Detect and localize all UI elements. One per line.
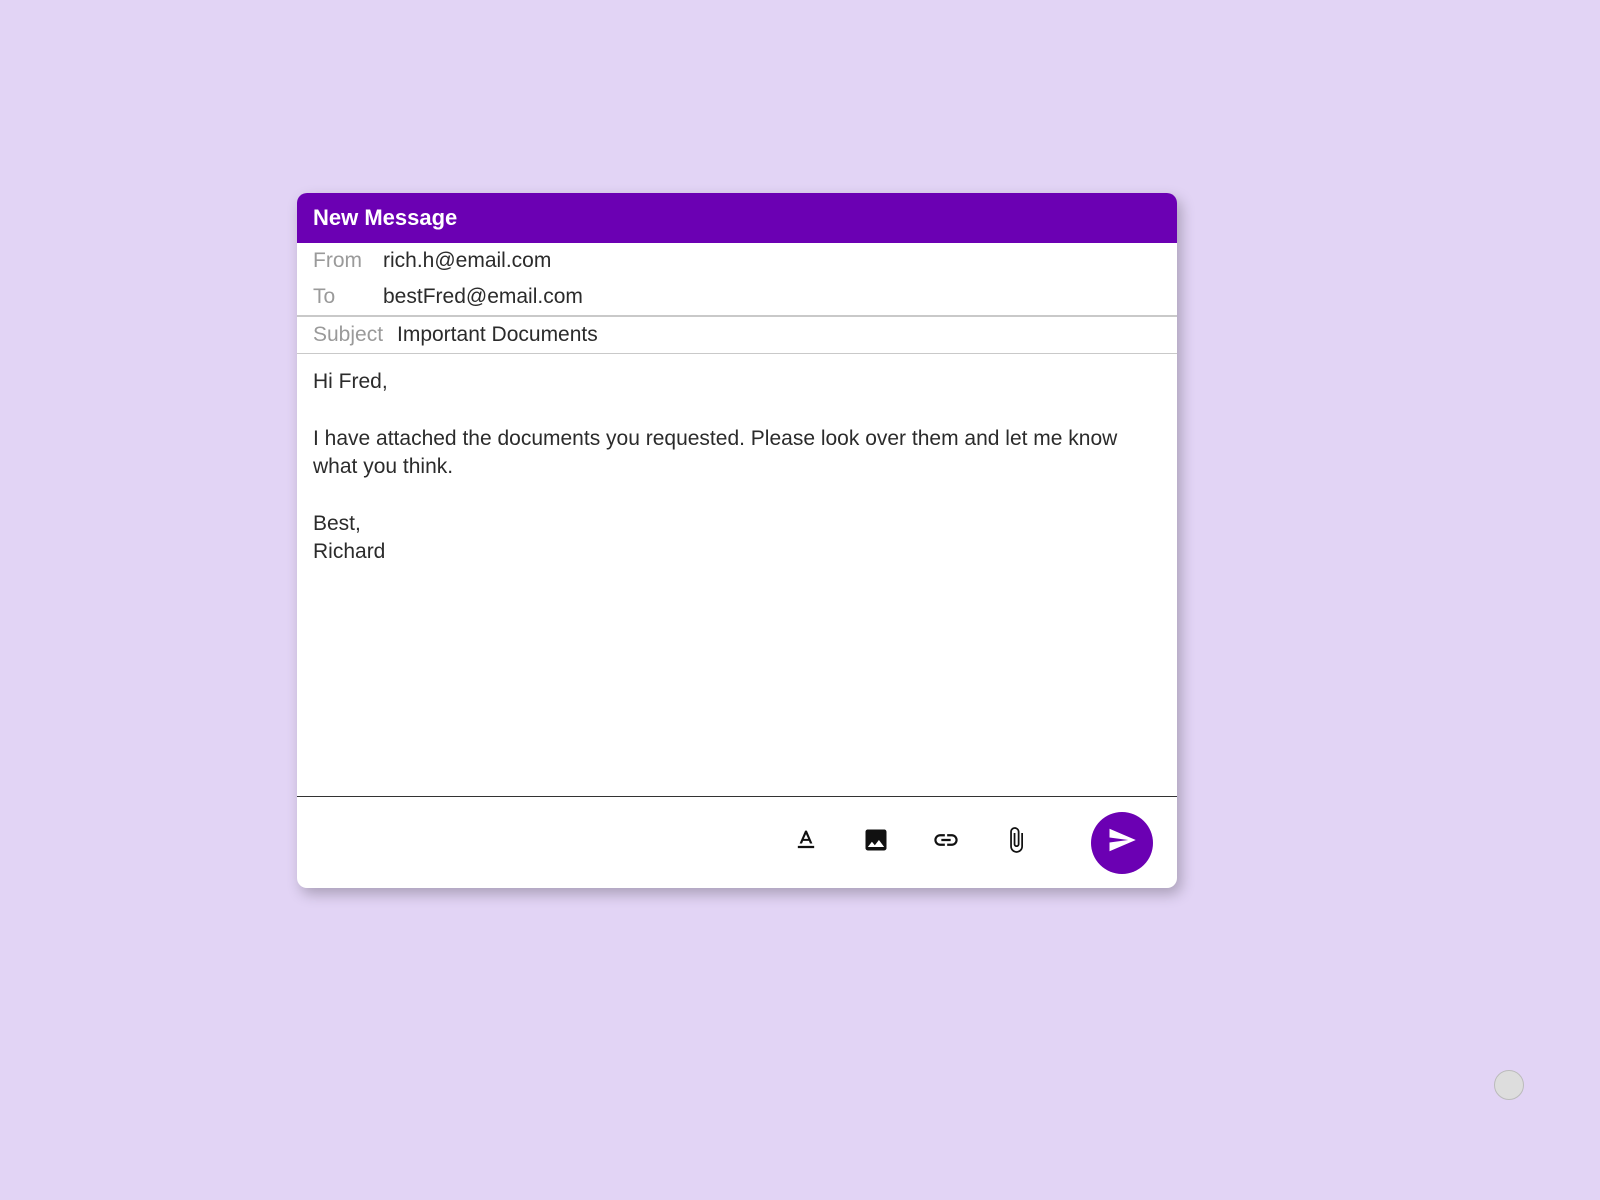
to-input[interactable] [383,285,1161,309]
paperclip-icon [1002,826,1030,859]
format-text-button[interactable] [791,828,821,858]
attach-file-button[interactable] [1001,828,1031,858]
to-row: To [297,279,1177,315]
subject-input[interactable] [397,323,1161,347]
from-input[interactable] [383,249,1161,273]
link-icon [932,826,960,859]
body-textarea[interactable] [313,368,1161,782]
tool-icons [791,828,1031,858]
insert-image-button[interactable] [861,828,891,858]
send-icon [1107,825,1137,860]
title-bar: New Message [297,193,1177,243]
compose-window: New Message From To Subject [297,193,1177,888]
body-area [297,354,1177,796]
from-row: From [297,243,1177,279]
to-label: To [313,285,383,309]
image-icon [862,826,890,859]
subject-block: Subject [297,316,1177,354]
format-text-icon [792,826,820,859]
subject-label: Subject [313,323,397,347]
subject-row: Subject [297,317,1177,353]
window-title: New Message [313,205,457,230]
insert-link-button[interactable] [931,828,961,858]
header-fields: From To [297,243,1177,316]
send-button[interactable] [1091,812,1153,874]
floating-action-dot[interactable] [1494,1070,1524,1100]
from-label: From [313,249,383,273]
bottom-toolbar [297,796,1177,888]
